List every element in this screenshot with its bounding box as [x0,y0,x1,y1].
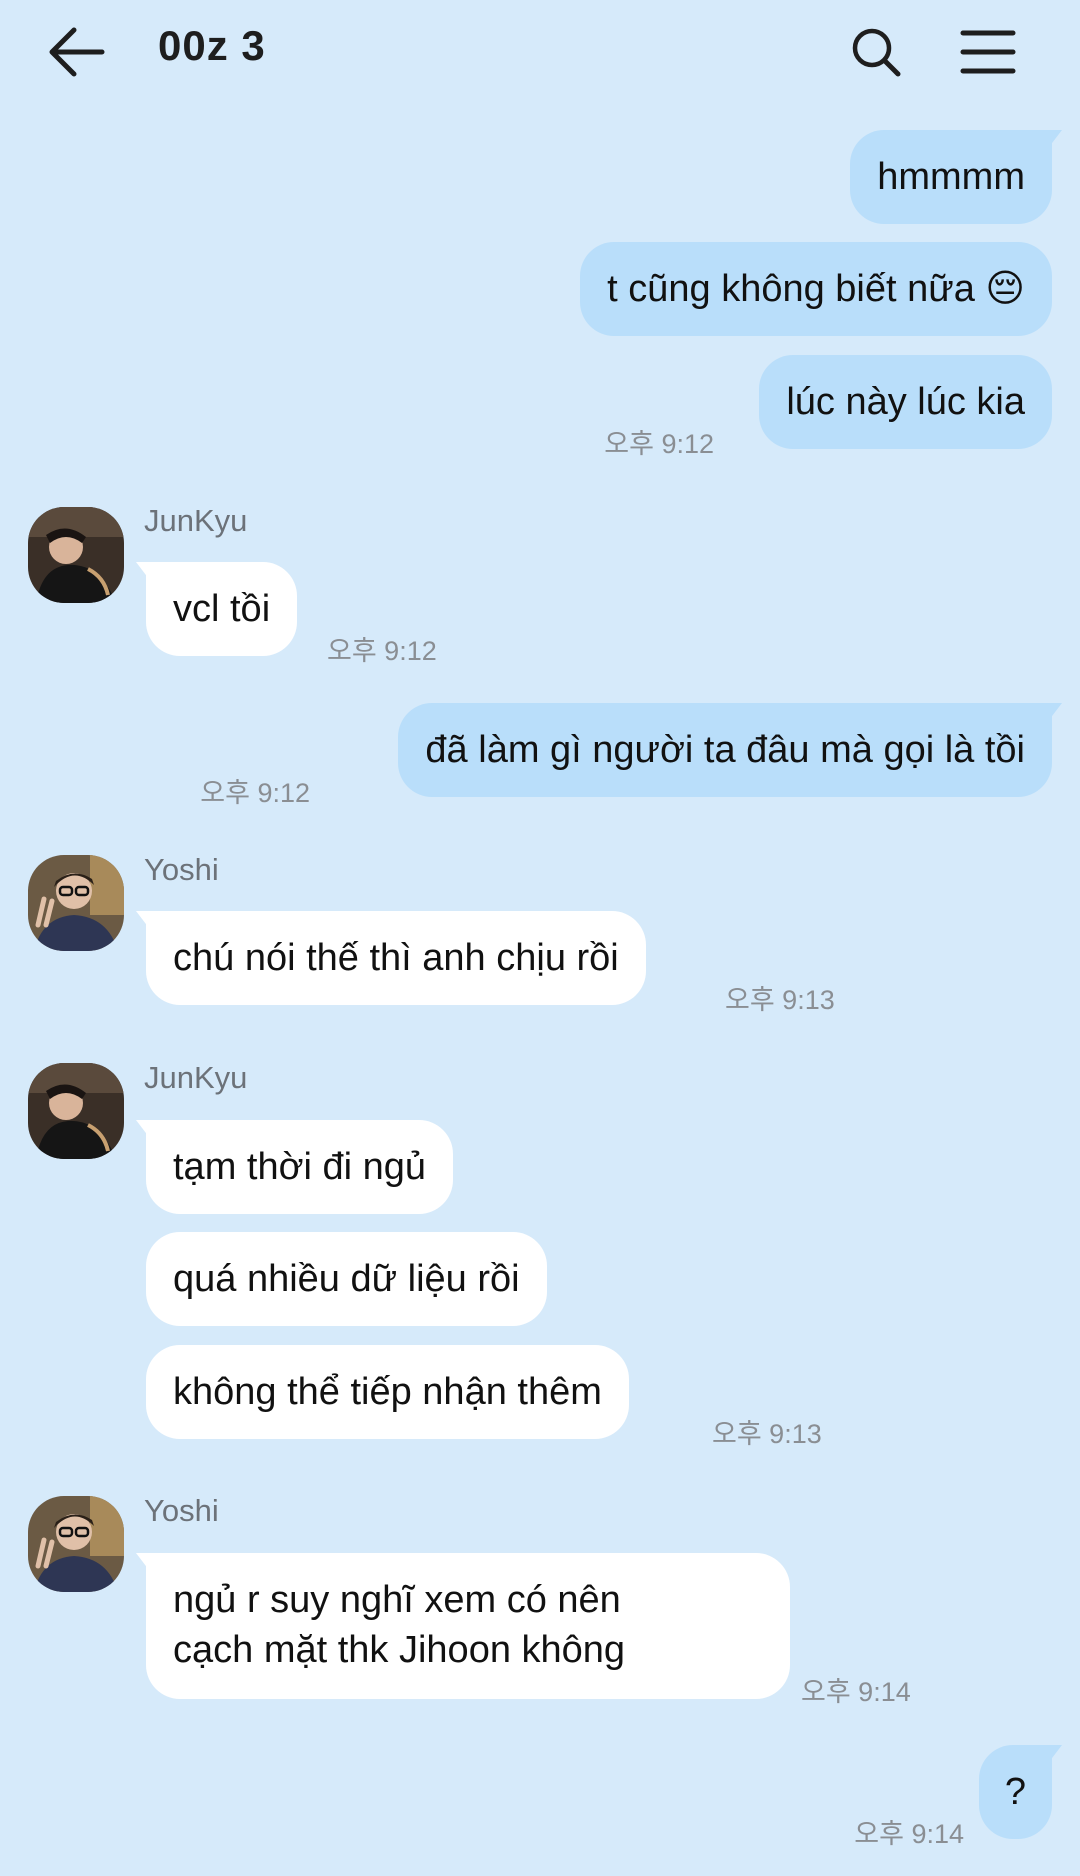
avatar-yoshi[interactable] [28,855,124,951]
hamburger-menu-icon [960,30,1016,74]
profile-photo-icon [28,1063,124,1159]
message-bubble-received[interactable]: không thể tiếp nhận thêm [146,1345,629,1439]
message-bubble-sent[interactable]: ? [978,1745,1052,1839]
message-line: cạch mặt thk Jihoon không [173,1629,626,1671]
sender-name: Yoshi [144,852,219,887]
message-timestamp: 오후 9:13 [712,1419,822,1449]
avatar-yoshi[interactable] [28,1496,124,1592]
profile-photo-icon [28,507,124,603]
search-icon [852,28,901,77]
message-bubble-sent[interactable]: hmmmm [850,130,1052,224]
back-button[interactable] [40,16,112,88]
message-bubble-received[interactable]: quá nhiều dữ liệu rồi [146,1232,547,1326]
message-bubble-sent[interactable]: lúc này lúc kia [759,355,1052,449]
sender-name: Yoshi [144,1493,219,1528]
message-line: ngủ r suy nghĩ xem có nên [173,1579,621,1621]
message-timestamp: 오후 9:12 [200,778,310,808]
message-bubble-sent[interactable]: t cũng không biết nữa 😔 [580,242,1052,336]
sender-name: JunKyu [144,1060,248,1095]
message-timestamp: 오후 9:13 [725,985,835,1015]
message-bubble-received[interactable]: vcl tồi [146,562,298,656]
message-bubble-received[interactable]: ngủ r suy nghĩ xem có nên cạch mặt thk J… [146,1553,790,1699]
profile-photo-icon [28,1496,124,1592]
chat-header: 00z 3 [0,0,1080,104]
message-timestamp: 오후 9:14 [854,1819,964,1849]
message-timestamp: 오후 9:12 [604,429,714,459]
message-bubble-sent[interactable]: đã làm gì người ta đâu mà gọi là tồi [398,703,1052,797]
message-timestamp: 오후 9:12 [327,636,437,666]
chat-title: 00z 3 [158,22,266,69]
profile-photo-icon [28,855,124,951]
avatar-junkyu[interactable] [28,1063,124,1159]
search-button[interactable] [840,16,912,88]
avatar-junkyu[interactable] [28,507,124,603]
sender-name: JunKyu [144,503,248,538]
message-timestamp: 오후 9:14 [801,1677,911,1707]
message-bubble-received[interactable]: tạm thời đi ngủ [146,1120,454,1214]
message-bubble-received[interactable]: chú nói thế thì anh chịu rồi [146,911,646,1005]
menu-button[interactable] [952,16,1024,88]
arrow-left-icon [49,27,105,77]
